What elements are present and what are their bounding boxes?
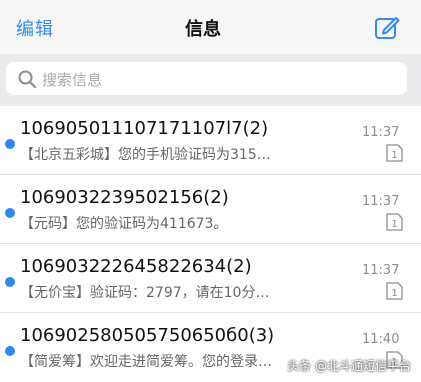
page-title: 信息 (185, 19, 221, 40)
message-preview: 【元码】您的验证码为411673。 (20, 216, 228, 232)
message-row[interactable]: 1069032239502156(2) 【元码】您的验证码为411673。 11… (0, 174, 421, 243)
sim-number: 1 (391, 219, 397, 230)
navigation-bar: 编辑 信息 (0, 0, 421, 54)
search-bar-container: 搜索信息 (0, 54, 421, 106)
message-preview: 【北京五彩城】您的手机验证码为315… (20, 147, 271, 163)
message-row[interactable]: 106905011107171107l7(2) 【北京五彩城】您的手机验证码为3… (0, 106, 421, 174)
search-input[interactable]: 搜索信息 (6, 62, 407, 95)
message-sender: 106903222645822634(2) (20, 256, 252, 277)
compose-icon[interactable] (374, 14, 400, 40)
sim-card-icon: 1 (386, 282, 403, 300)
unread-dot-icon (5, 208, 15, 218)
message-time: 11:37 (362, 194, 400, 209)
sim-number: 1 (391, 150, 397, 161)
message-preview: 【简爱筹】欢迎走进简爱筹。您的登录… (20, 354, 272, 370)
message-row[interactable]: 106903222645822634(2) 【无价宝】验证码：2797，请在10… (0, 243, 421, 312)
message-time: 11:37 (362, 125, 400, 140)
watermark: 头条 @北斗通短信平台 (287, 359, 411, 373)
sim-card-icon: 1 (386, 144, 403, 162)
message-sender: 106905011107171107l7(2) (20, 118, 269, 139)
sim-number: 1 (391, 288, 397, 299)
sim-card-icon: 1 (386, 213, 403, 231)
message-time: 11:40 (362, 332, 400, 347)
message-list: 106905011107171107l7(2) 【北京五彩城】您的手机验证码为3… (0, 106, 421, 381)
unread-dot-icon (5, 277, 15, 287)
search-icon (18, 70, 37, 89)
message-sender: 106902580505750650б0(3) (20, 325, 275, 346)
message-sender: 1069032239502156(2) (20, 187, 229, 208)
edit-button[interactable]: 编辑 (16, 15, 54, 41)
unread-dot-icon (5, 346, 15, 356)
search-placeholder: 搜索信息 (42, 71, 103, 89)
message-preview: 【无价宝】验证码：2797，请在10分… (20, 285, 270, 301)
message-time: 11:37 (362, 263, 400, 278)
unread-dot-icon (5, 139, 15, 149)
